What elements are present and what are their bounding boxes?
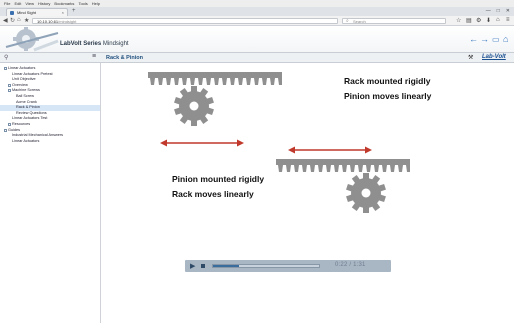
bottom-pinion-gear-icon [346,173,386,213]
app-title: LabVolt Series Mindsight [60,41,129,47]
bottom-caption: Pinion mounted rigidly Rack moves linear… [172,172,264,202]
sidebar-item-label: Machine Screws [12,88,40,93]
menu-file[interactable]: File [4,1,10,6]
page-title: Rack & Pinion [106,55,143,61]
home-icon[interactable]: ⌂ [17,17,21,23]
sidebar-item-label: Unit Objective [12,77,36,82]
top-caption-line2: Pinion moves linearly [344,91,432,101]
menu-view[interactable]: View [25,1,34,6]
settings-icon[interactable]: ⚙ [476,17,481,24]
home-app-icon[interactable]: ⌂ [503,34,508,44]
expand-toggle-icon[interactable] [8,122,11,126]
url-path: /mindsight [58,19,77,24]
browser-window: File Edit View History Bookmarks Tools H… [0,0,514,323]
brand-logo: Lab-Volt [482,54,506,60]
sidebar-item-label: Linear Actuators [12,138,40,143]
expand-toggle-icon[interactable] [8,89,11,93]
window-controls: — □ ✕ [486,8,510,14]
lesson-content: Rack mounted rigidly Pinion moves linear… [102,63,514,323]
progress-fill [213,265,239,267]
menu-bookmarks[interactable]: Bookmarks [54,1,74,6]
back-arrow-icon[interactable]: ← [469,34,478,44]
menu-help[interactable]: Help [92,1,100,6]
expand-toggle-icon[interactable] [4,128,7,132]
sidebar-item-label: Ball Screw [16,93,34,98]
bottom-double-arrow-icon [288,146,372,154]
minimize-button[interactable]: — [486,8,491,14]
menu-edit[interactable]: Edit [14,1,21,6]
play-icon[interactable]: ▶ [190,262,195,270]
search-icon: ⌕ [346,18,349,24]
library-icon[interactable]: ▤ [466,17,472,24]
maximize-button[interactable]: □ [497,8,500,14]
back-icon[interactable]: ◀ [3,17,8,24]
chat-icon[interactable]: ▭ [492,35,500,44]
sidebar-item[interactable]: Linear Actuators [0,139,100,145]
sidebar: Linear Actuators Linear Actuators Pretest… [0,63,101,323]
tools-icon[interactable]: ⚒ [468,54,473,61]
reload-icon[interactable]: ↻ [10,17,15,24]
sidebar-item-label: Acme Crank [16,99,37,104]
gear-logo-icon [5,27,59,52]
tab-strip: Mind Sight × + — □ ✕ [0,7,514,16]
sidebar-item-label: Resources [12,121,31,126]
sidebar-item-label: Overview [12,82,28,87]
bookmark-icon[interactable]: ★ [24,17,29,24]
close-window-button[interactable]: ✕ [506,8,510,14]
new-tab-button[interactable]: + [72,8,76,14]
progress-bar[interactable] [212,264,320,268]
sidebar-item-label: Linear Actuators Pretest [12,71,53,76]
search-placeholder: Search [353,19,366,24]
bottom-caption-line2: Rack moves linearly [172,189,254,199]
bottom-caption-line1: Pinion mounted rigidly [172,174,265,184]
url-host: 10.10.10.61 [37,19,59,24]
app-title-prefix: LabVolt Series [60,41,102,47]
star-icon[interactable]: ☆ [456,17,461,24]
search-input[interactable]: ⌕ Search [342,18,446,24]
url-bar[interactable]: 10.10.10.61/mindsight [32,18,338,24]
home-toolbar-icon[interactable]: ⌂ [496,17,500,23]
top-caption-line1: Rack mounted rigidly [344,76,431,86]
download-icon[interactable]: ⬇ [486,17,491,24]
menu-icon[interactable]: ≡ [506,17,510,23]
top-caption: Rack mounted rigidly Pinion moves linear… [344,74,431,104]
sidebar-item-label: Guides [8,127,21,132]
stop-icon[interactable] [201,264,205,268]
tree-home-icon[interactable]: ⚲ [4,54,8,61]
sidebar-item-label: Rack & Pinion [16,105,40,110]
hamburger-menu-icon[interactable]: ≡ [92,53,96,60]
time-readout: 0:22 / 1:31 [335,262,366,268]
sidebar-item-label: Industrial Mechanical Answers [12,133,64,138]
sidebar-item-label: Linear Actuators [8,66,36,70]
bottom-rack-icon [276,159,410,172]
top-pinion-gear-icon [174,86,214,126]
browser-menubar: File Edit View History Bookmarks Tools H… [0,0,514,7]
expand-toggle-icon[interactable] [4,67,7,70]
close-tab-icon[interactable]: × [62,10,64,15]
content-subheader: ⚲ ≡ Rack & Pinion ⚒ Lab-Volt [0,53,514,63]
expand-toggle-icon[interactable] [8,83,11,87]
sidebar-item-label: Linear Actuators Test [12,116,48,121]
menu-history[interactable]: History [38,1,50,6]
browser-toolbar: ◀ ↻ ⌂ ★ 10.10.10.61/mindsight ⌕ Search ☆… [0,16,514,26]
tab-title: Mind Sight [17,10,36,15]
top-double-arrow-icon [160,139,244,147]
sidebar-item-label: Review Questions [16,110,47,115]
app-header: LabVolt Series Mindsight ← → ▭ ⌂ [0,26,514,53]
video-player-controls: ▶ 0:22 / 1:31 [185,260,391,272]
menu-tools[interactable]: Tools [78,1,87,6]
app-title-suffix: Mindsight [102,41,129,47]
favicon-icon [10,10,14,15]
forward-arrow-icon[interactable]: → [480,34,489,44]
browser-tab[interactable]: Mind Sight × [6,8,68,16]
